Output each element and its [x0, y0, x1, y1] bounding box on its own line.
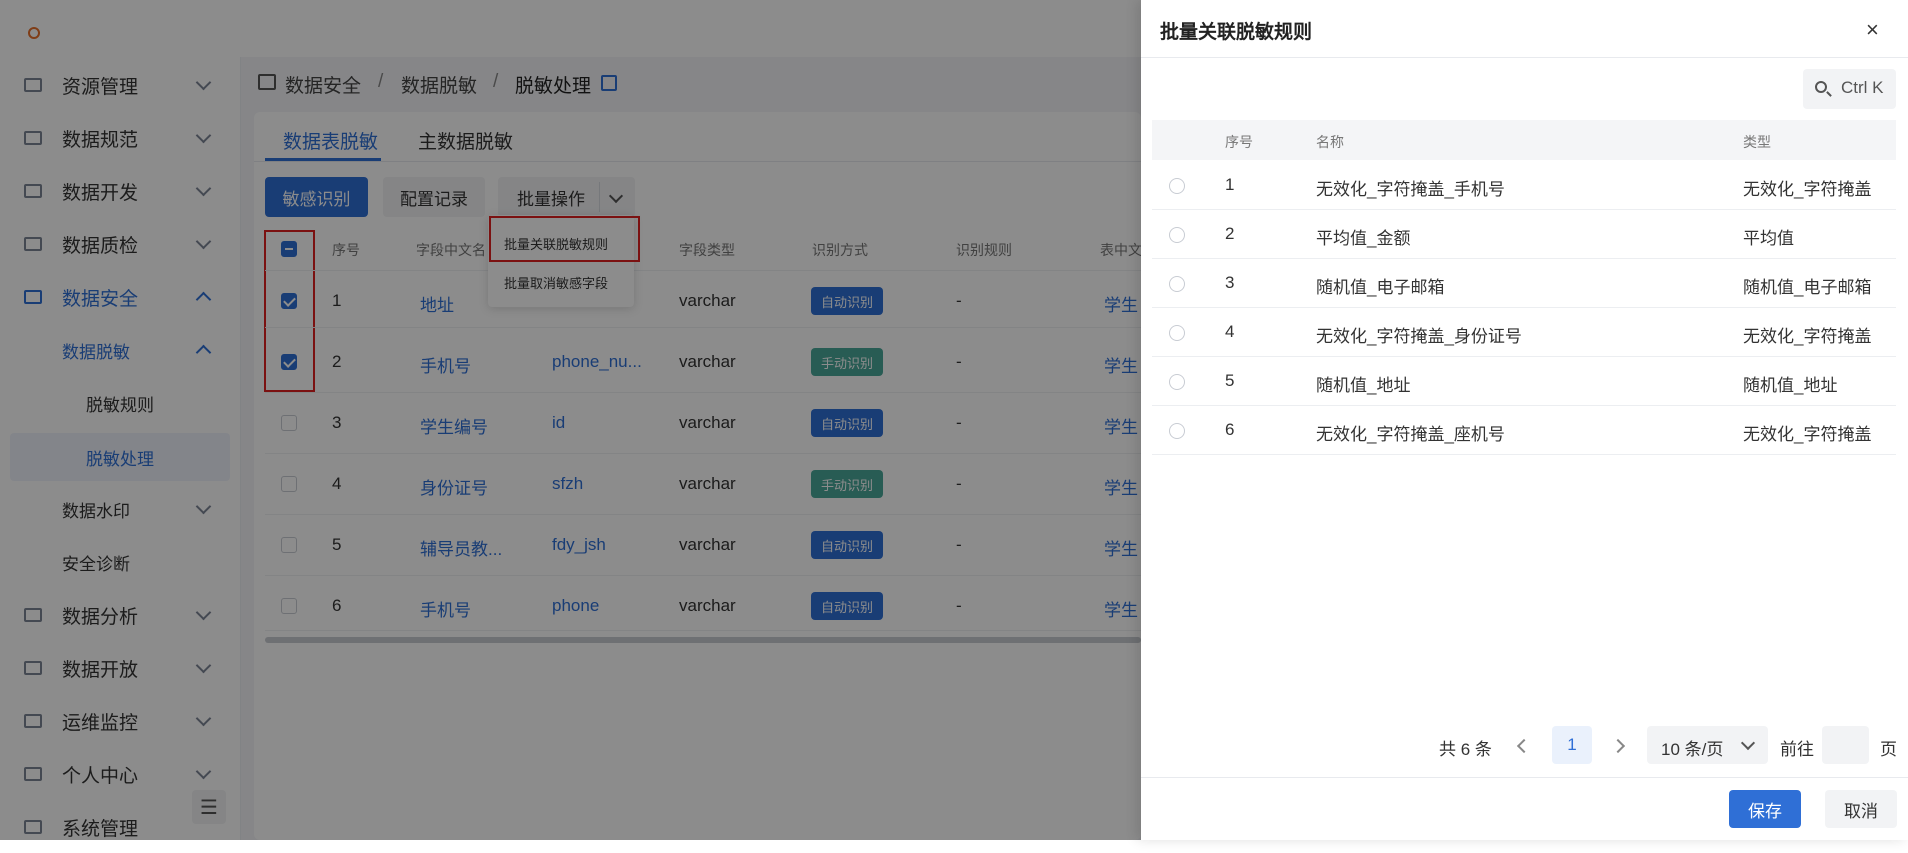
search-icon [1815, 81, 1827, 93]
row-number: 5 [1225, 371, 1235, 390]
row-radio[interactable] [1169, 276, 1185, 292]
rule-type: 无效化_字符掩盖 [1743, 425, 1872, 444]
drawer-footer-divider [1141, 777, 1908, 778]
row-radio[interactable] [1169, 423, 1185, 439]
close-icon[interactable]: × [1866, 17, 1879, 43]
table-row[interactable]: 5 随机值_地址 随机值_地址 [1152, 357, 1896, 406]
modal-overlay[interactable] [0, 0, 1141, 840]
rule-type: 无效化_字符掩盖 [1743, 180, 1872, 199]
drawer-header-divider [1141, 57, 1908, 58]
row-number: 3 [1225, 273, 1235, 292]
save-button[interactable]: 保存 [1729, 790, 1801, 828]
page-size-label: 10 条/页 [1661, 740, 1724, 759]
row-number: 1 [1225, 175, 1235, 194]
rule-type: 平均值 [1743, 229, 1794, 248]
drawer-title: 批量关联脱敏规则 [1160, 22, 1313, 43]
pagination-total: 共 6 条 [1439, 740, 1492, 759]
table-row[interactable]: 2 平均值_金额 平均值 [1152, 210, 1896, 259]
page-unit-label: 页 [1880, 740, 1897, 759]
column-header: 名称 [1316, 134, 1344, 150]
table-row[interactable]: 4 无效化_字符掩盖_身份证号 无效化_字符掩盖 [1152, 308, 1896, 357]
row-number: 4 [1225, 322, 1235, 341]
rule-name: 随机值_电子邮箱 [1316, 278, 1445, 297]
rule-name: 随机值_地址 [1316, 376, 1411, 395]
button-label: 保存 [1748, 801, 1782, 821]
table-row[interactable]: 3 随机值_电子邮箱 随机值_电子邮箱 [1152, 259, 1896, 308]
goto-page-input[interactable] [1822, 726, 1869, 764]
rule-name: 无效化_字符掩盖_座机号 [1316, 425, 1505, 444]
cancel-button[interactable]: 取消 [1825, 790, 1897, 828]
rule-type: 随机值_地址 [1743, 376, 1838, 395]
row-radio[interactable] [1169, 227, 1185, 243]
rule-type: 无效化_字符掩盖 [1743, 327, 1872, 346]
rules-table-header [1152, 120, 1896, 160]
row-radio[interactable] [1169, 325, 1185, 341]
row-radio[interactable] [1169, 374, 1185, 390]
table-row[interactable]: 6 无效化_字符掩盖_座机号 无效化_字符掩盖 [1152, 406, 1896, 455]
row-number: 2 [1225, 224, 1235, 243]
button-label: 取消 [1844, 801, 1878, 821]
column-header: 类型 [1743, 134, 1771, 150]
goto-label: 前往 [1780, 740, 1814, 759]
rule-name: 无效化_字符掩盖_手机号 [1316, 180, 1505, 199]
row-radio[interactable] [1169, 178, 1185, 194]
page-number: 1 [1567, 735, 1577, 754]
table-row[interactable]: 1 无效化_字符掩盖_手机号 无效化_字符掩盖 [1152, 161, 1896, 210]
pagination-current-page[interactable]: 1 [1552, 726, 1592, 764]
search-shortcut-hint: Ctrl K [1841, 78, 1884, 97]
rule-name: 无效化_字符掩盖_身份证号 [1316, 327, 1522, 346]
row-number: 6 [1225, 420, 1235, 439]
column-header: 序号 [1225, 134, 1253, 150]
rule-name: 平均值_金额 [1316, 229, 1411, 248]
rule-type: 随机值_电子邮箱 [1743, 278, 1872, 297]
